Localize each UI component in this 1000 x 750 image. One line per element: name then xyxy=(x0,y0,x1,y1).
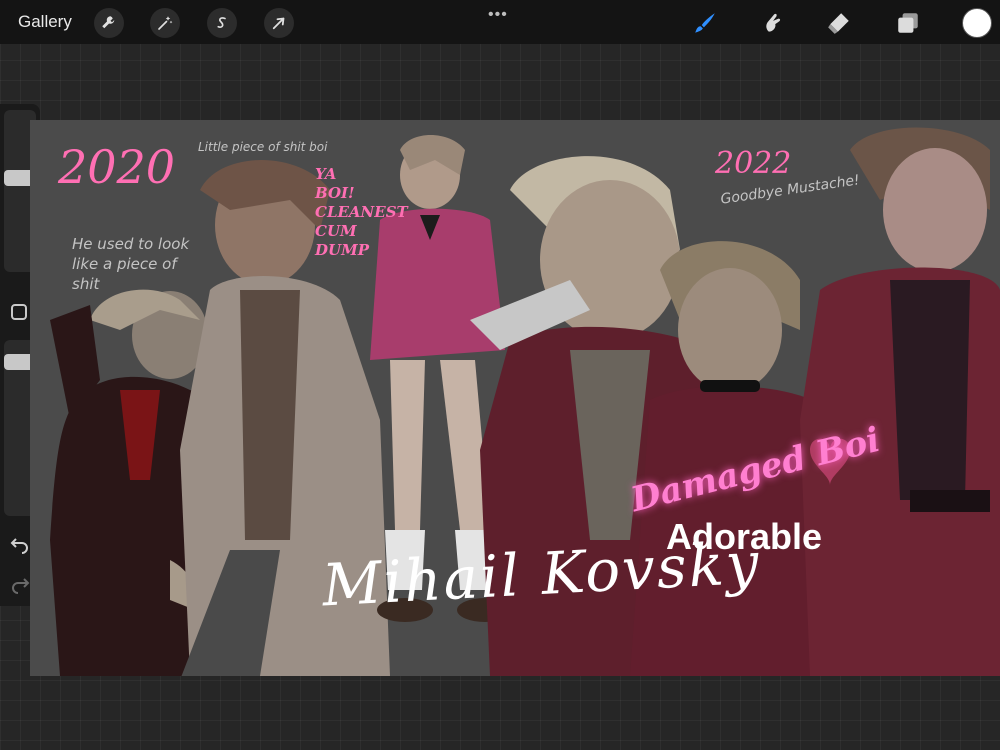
smudge-finger-icon[interactable] xyxy=(757,8,787,38)
note-left-text: He used to look like a piece of shit xyxy=(72,235,190,293)
year-right-text: 2022 xyxy=(715,146,792,181)
note-top-text: Little piece of shit boi xyxy=(198,140,328,154)
gallery-button[interactable]: Gallery xyxy=(18,12,72,32)
redo-arrow-icon[interactable] xyxy=(10,574,30,594)
pink-vertical-text: YA BOI! CLEANEST CUM DUMP xyxy=(315,165,408,259)
magic-wand-icon[interactable] xyxy=(150,8,180,38)
selection-s-icon[interactable] xyxy=(207,8,237,38)
square-icon[interactable] xyxy=(11,304,27,320)
color-picker-swatch[interactable] xyxy=(962,8,992,38)
drawing-canvas[interactable]: 2020 He used to look like a piece of shi… xyxy=(30,120,1000,676)
figure-red-jacket-man xyxy=(800,127,1000,676)
undo-arrow-icon[interactable] xyxy=(10,534,30,554)
year-left-text: 2020 xyxy=(58,140,176,194)
more-options-icon[interactable]: ••• xyxy=(488,6,508,24)
eraser-icon[interactable] xyxy=(824,8,854,38)
wrench-icon[interactable] xyxy=(94,8,124,38)
layers-icon[interactable] xyxy=(893,8,923,38)
arrow-cursor-icon[interactable] xyxy=(264,8,294,38)
brush-icon[interactable] xyxy=(690,8,720,38)
top-toolbar: Gallery ••• xyxy=(0,0,1000,44)
